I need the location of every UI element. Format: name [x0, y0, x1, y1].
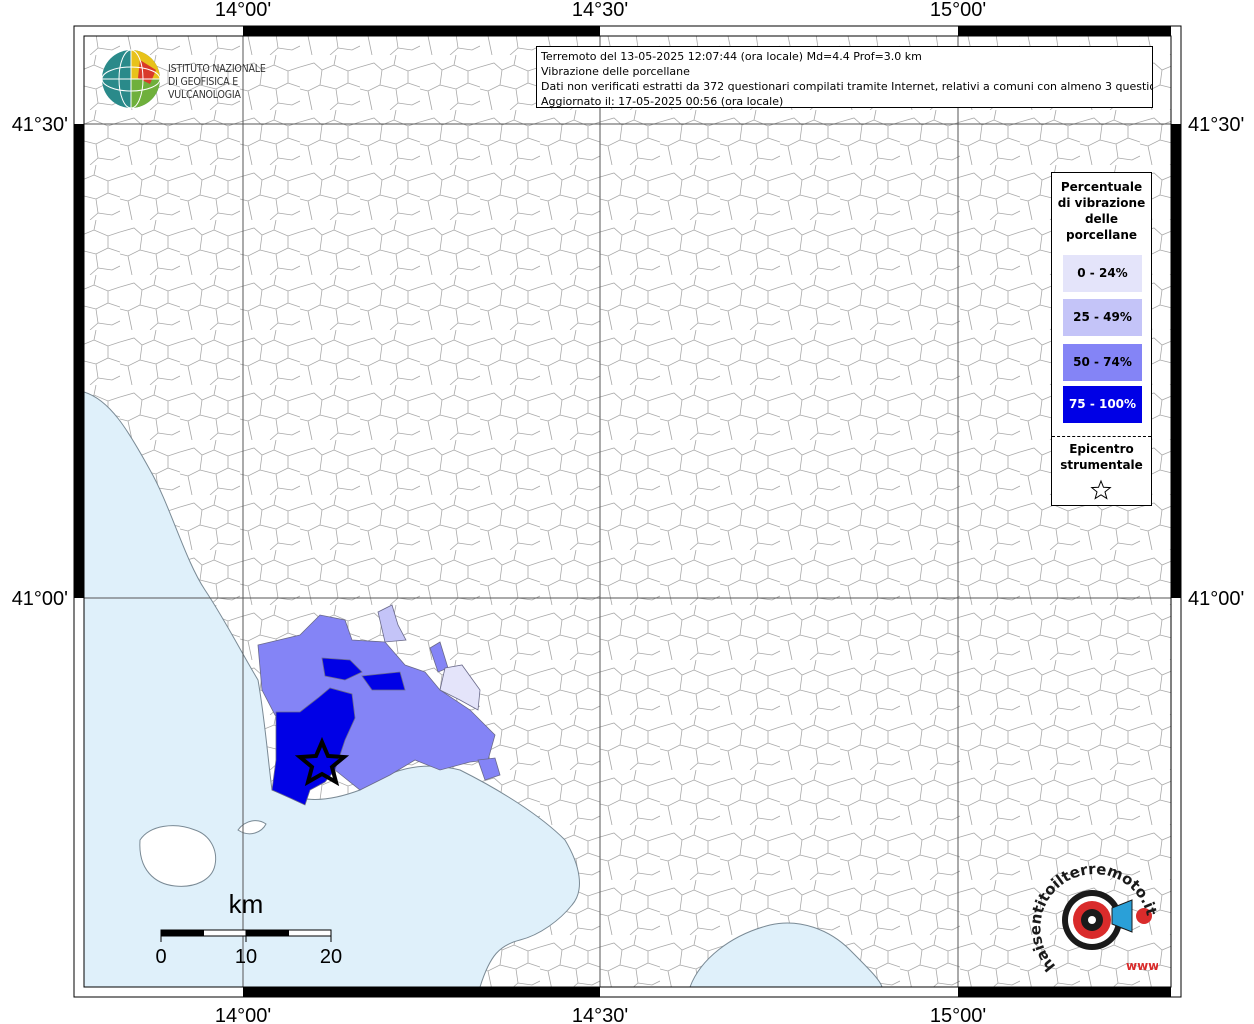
haisentito-prefix: www.	[1126, 959, 1158, 973]
haisentito-logo: haisentitoilterremoto.it www.	[1028, 860, 1158, 975]
scale-tick-10: 10	[235, 946, 257, 968]
lon-label-bottom-1: 14°00'	[215, 1005, 271, 1024]
ingv-logo: ISTITUTO NAZIONALE DI GEOFISICA E VULCAN…	[100, 48, 310, 110]
data-note: Dati non verificati estratti da 372 ques…	[541, 80, 1153, 93]
event-info-box: Terremoto del 13-05-2025 12:07:44 (ora l…	[536, 46, 1153, 108]
lon-label-top-2: 14°30'	[572, 0, 628, 21]
legend: Percentuale di vibrazione delle porcella…	[1051, 172, 1152, 506]
lat-label-left-2: 41°00'	[12, 588, 68, 610]
legend-class-75-100: 75 - 100%	[1063, 386, 1142, 423]
event-title: Terremoto del 13-05-2025 12:07:44 (ora l…	[541, 50, 922, 63]
legend-epicenter-label: Epicentro strumentale	[1060, 442, 1143, 472]
map-subject: Vibrazione delle porcellane	[541, 65, 690, 78]
lat-label-right-2: 41°00'	[1188, 588, 1244, 610]
legend-label: 25 - 49%	[1073, 310, 1132, 324]
legend-label: 0 - 24%	[1077, 266, 1128, 280]
scale-tick-20: 20	[320, 946, 342, 968]
logo-line-1: ISTITUTO NAZIONALE	[168, 63, 266, 75]
lon-label-top-1: 14°00'	[215, 0, 271, 21]
legend-divider	[1052, 436, 1151, 437]
scale-tick-0: 0	[155, 946, 166, 968]
lon-label-bottom-3: 15°00'	[930, 1005, 986, 1024]
logo-line-2: DI GEOFISICA E VULCANOLOGIA	[168, 76, 241, 101]
legend-class-50-74: 50 - 74%	[1063, 344, 1142, 381]
lon-label-bottom-2: 14°30'	[572, 1005, 628, 1024]
updated-timestamp: Aggiornato il: 17-05-2025 00:56 (ora loc…	[541, 95, 784, 108]
star-outline-icon	[1090, 479, 1112, 500]
legend-label: 75 - 100%	[1068, 397, 1137, 411]
globe-logo-icon	[101, 49, 161, 109]
lat-label-left-1: 41°30'	[12, 114, 68, 136]
scale-unit-label: km	[229, 889, 264, 919]
legend-label: 50 - 74%	[1073, 355, 1132, 369]
legend-class-0-24: 0 - 24%	[1063, 255, 1142, 292]
legend-title: Percentuale di vibrazione delle porcella…	[1057, 180, 1146, 242]
lat-label-right-1: 41°30'	[1188, 114, 1244, 136]
lon-label-top-3: 15°00'	[930, 0, 986, 21]
legend-class-25-49: 25 - 49%	[1063, 299, 1142, 336]
